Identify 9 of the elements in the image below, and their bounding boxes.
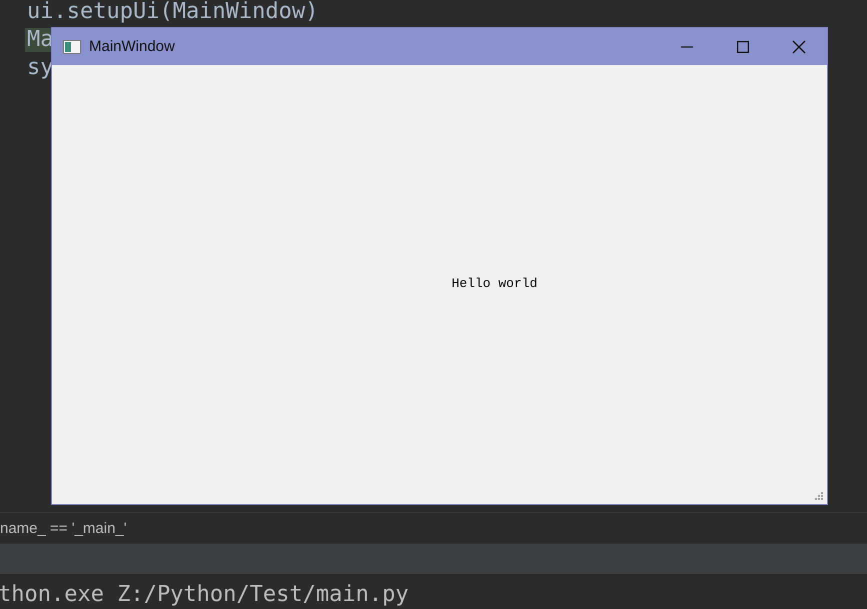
window-icon	[63, 40, 81, 54]
code-line: sy	[26, 56, 54, 80]
close-icon	[792, 40, 806, 54]
hello-label: Hello world	[452, 276, 538, 291]
code-line: ui.setupUi(MainWindow)	[26, 0, 320, 24]
maximize-icon	[737, 40, 749, 52]
window-title: MainWindow	[89, 38, 176, 55]
resize-grip-icon[interactable]	[814, 491, 824, 501]
breadcrumb[interactable]: name_ == '_main_'	[0, 520, 127, 536]
